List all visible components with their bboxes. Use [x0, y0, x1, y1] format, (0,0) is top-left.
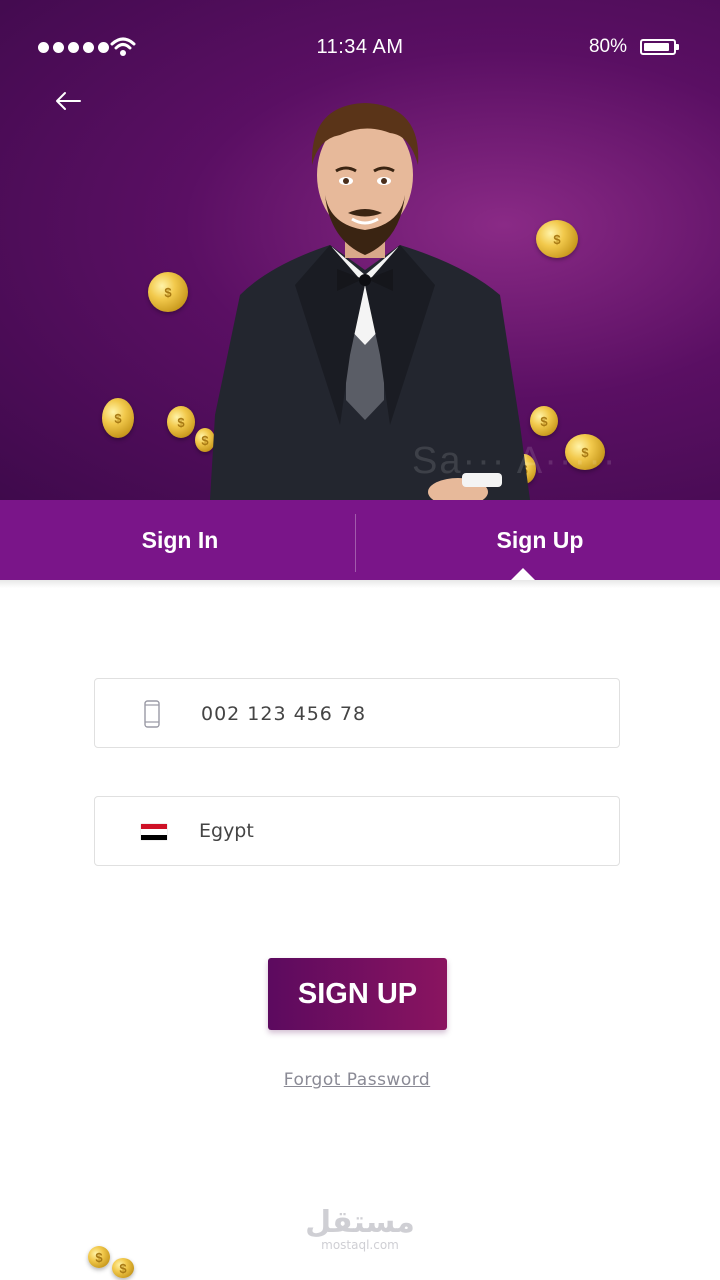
coin-icon: [88, 1246, 110, 1268]
auth-tabs: Sign In Sign Up: [0, 500, 720, 580]
sign-up-button[interactable]: SIGN UP: [268, 958, 447, 1030]
watermark: Sa··· A·····: [412, 440, 618, 482]
country-field[interactable]: Egypt: [94, 796, 620, 866]
coin-icon: [148, 272, 188, 312]
mobile-phone-icon: [144, 700, 160, 728]
tab-sign-in-label: Sign In: [141, 526, 219, 553]
tab-sign-up[interactable]: Sign Up: [360, 500, 720, 580]
coin-icon: [530, 406, 558, 436]
tab-divider: [355, 514, 356, 572]
coin-icon: [167, 406, 195, 438]
coin-icon: [102, 398, 134, 438]
tabs-shadow: [0, 580, 720, 588]
egypt-flag-icon: [141, 824, 167, 840]
mostaql-logo-text: مستقل: [305, 1205, 415, 1240]
forgot-password-container: Forgot Password: [0, 1070, 714, 1090]
country-value: Egypt: [199, 820, 254, 842]
arrow-left-icon[interactable]: [50, 84, 86, 120]
hero-banner: Sa··· A····· 11:34 AM 80%: [0, 0, 720, 500]
forgot-password-link[interactable]: Forgot Password: [284, 1070, 430, 1090]
tab-sign-up-label: Sign Up: [496, 526, 584, 553]
tab-sign-in[interactable]: Sign In: [0, 500, 360, 580]
coin-icon: [536, 220, 578, 258]
battery-percentage: 80%: [588, 36, 627, 57]
status-bar: 11:34 AM 80%: [0, 0, 720, 96]
battery-icon: [640, 39, 679, 55]
coin-icon: [112, 1258, 134, 1278]
phone-field: [94, 678, 620, 749]
phone-input[interactable]: [199, 679, 603, 749]
